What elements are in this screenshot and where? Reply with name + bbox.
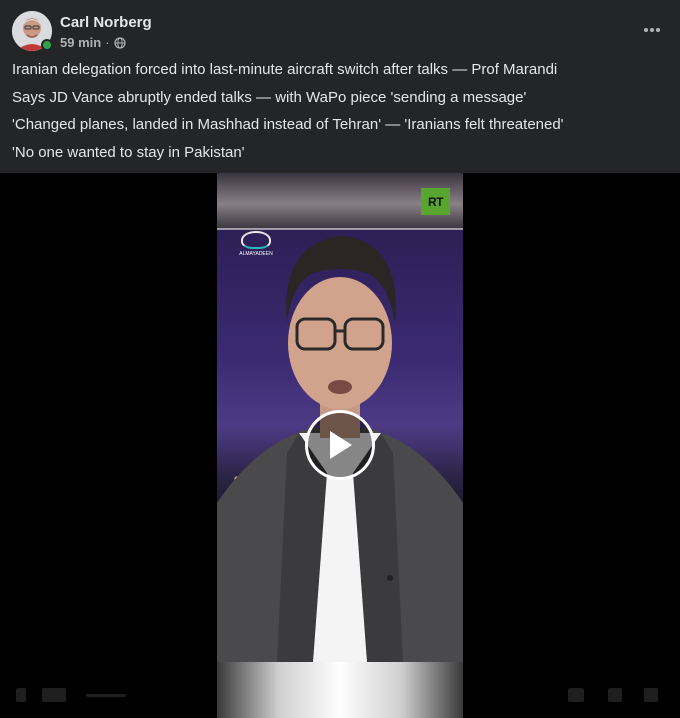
play-pause-control-icon[interactable]	[16, 688, 26, 702]
settings-control-icon[interactable]	[568, 688, 584, 702]
post-text-line: Iranian delegation forced into last-minu…	[12, 61, 558, 78]
almayadeen-wordmark: ALMAYADEEN	[239, 251, 273, 257]
rt-logo: RT	[421, 188, 450, 215]
post-text-line: 'No one wanted to stay in Pakistan'	[12, 143, 245, 161]
fullscreen-control-icon[interactable]	[608, 688, 622, 702]
post-meta: 59 min ·	[60, 35, 126, 50]
globe-icon[interactable]	[113, 37, 126, 49]
post-text-line: Says JD Vance abruptly ended talks — wit…	[12, 88, 527, 106]
almayadeen-logo: ALMAYADEEN	[235, 231, 277, 263]
post-timestamp[interactable]: 59 min	[60, 35, 101, 50]
video-player[interactable]: RT ALMAYADEEN	[0, 173, 680, 718]
online-status-dot	[41, 39, 53, 51]
author-name[interactable]: Carl Norberg	[60, 14, 152, 31]
play-icon[interactable]	[305, 410, 375, 480]
time-display-control	[42, 688, 66, 702]
author-avatar[interactable]	[12, 11, 53, 51]
progress-bar-control[interactable]	[86, 694, 126, 697]
meta-separator: ·	[105, 35, 110, 50]
video-frame-divider	[217, 228, 463, 230]
post-text-line: 'Changed planes, landed in Mashhad inste…	[12, 116, 564, 134]
facebook-post: Carl Norberg 59 min · Iranian delegation…	[0, 0, 680, 718]
volume-control-icon[interactable]	[644, 688, 658, 702]
post-text: Iranian delegation forced into last-minu…	[12, 62, 668, 172]
almayadeen-emblem-icon	[241, 231, 271, 249]
post-header: Carl Norberg 59 min ·	[0, 0, 680, 60]
video-controls	[0, 670, 680, 718]
more-options-icon[interactable]	[640, 18, 664, 42]
